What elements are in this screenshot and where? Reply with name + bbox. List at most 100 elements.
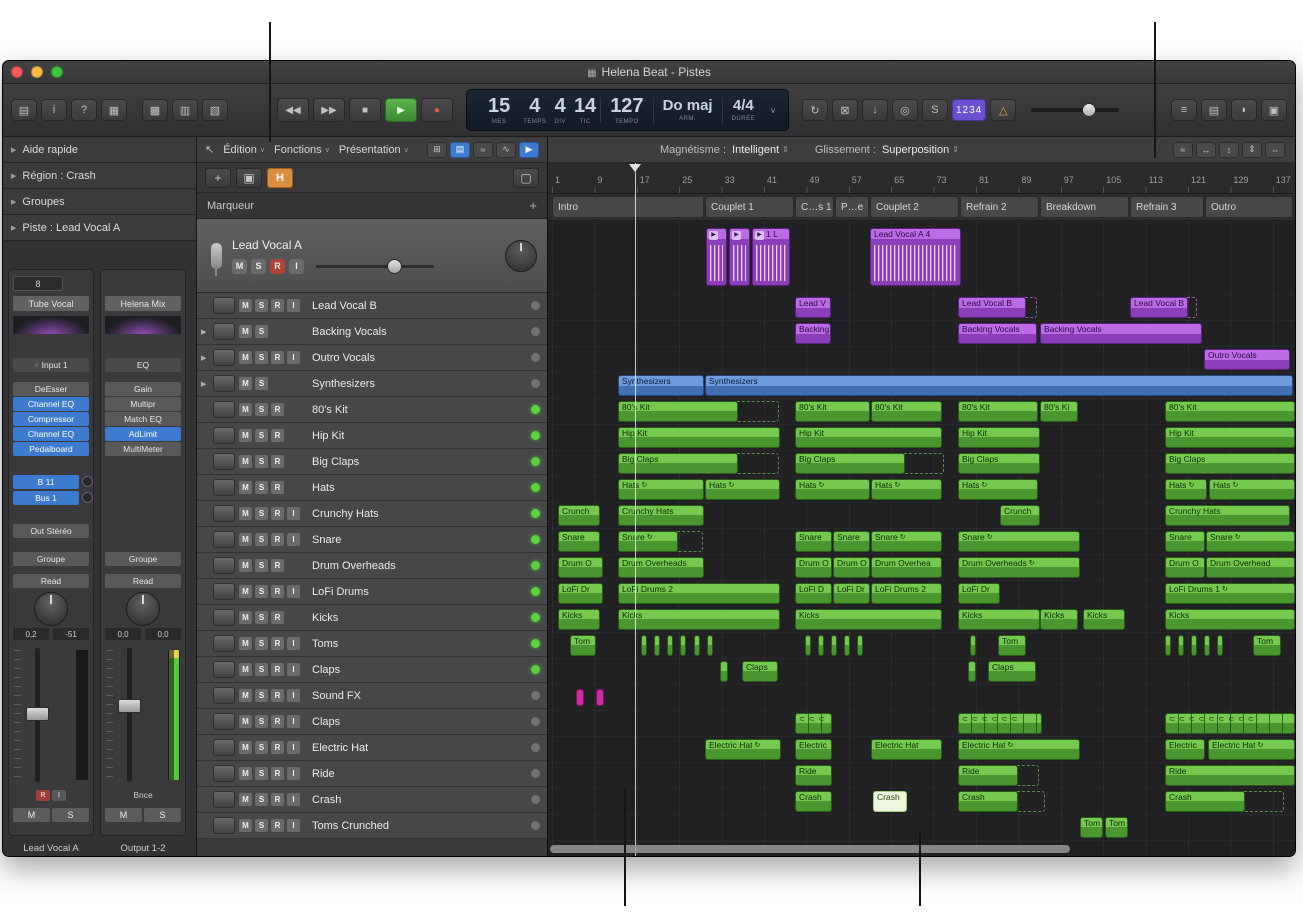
region[interactable]: Tom — [1105, 817, 1128, 838]
list-editors-icon[interactable]: ≡ — [1171, 99, 1197, 121]
solo-button[interactable]: S — [255, 819, 268, 832]
track-header-row[interactable]: MSRIToms — [197, 631, 547, 657]
record-enable-button[interactable]: R — [271, 455, 284, 468]
flex-icon[interactable]: ∿ — [496, 142, 516, 158]
note-pads-icon[interactable]: ▤ — [1201, 99, 1227, 121]
mute-button[interactable]: M — [239, 663, 252, 676]
region[interactable]: Synthesizers — [618, 375, 704, 396]
menu-edition[interactable]: Édition∨ — [223, 144, 265, 156]
eq-thumbnail[interactable] — [13, 316, 89, 334]
region[interactable]: Snare — [795, 531, 832, 552]
library-icon[interactable]: ▤ — [11, 99, 37, 121]
autopunch-icon[interactable]: ⊠ — [832, 99, 858, 121]
record-enable-button[interactable]: R — [36, 790, 50, 801]
region[interactable]: Claps — [988, 661, 1036, 682]
region[interactable]: Electric Hat↻ — [705, 739, 781, 760]
mute-button[interactable]: M — [239, 325, 252, 338]
channel-strip-setting[interactable]: Helena Mix — [105, 296, 181, 311]
plugin-slot[interactable]: Match EQ — [105, 412, 181, 426]
region[interactable] — [970, 635, 976, 656]
record-ready-dot[interactable] — [531, 743, 540, 752]
region[interactable]: Backing Vocals — [1040, 323, 1202, 344]
eq-slot[interactable]: EQ — [105, 358, 181, 372]
arrangement-marker[interactable]: Couplet 1 — [705, 196, 794, 218]
record-ready-dot[interactable] — [531, 821, 540, 830]
input-slot[interactable]: ○Input 1 — [13, 358, 89, 372]
region[interactable] — [707, 635, 713, 656]
send-knob[interactable] — [82, 476, 93, 487]
add-marker-button[interactable]: + — [529, 198, 537, 213]
input-monitor-button[interactable]: I — [287, 689, 300, 702]
lcd-time-signature[interactable]: 4/4DURÉE — [723, 98, 765, 122]
mute-button[interactable]: M — [232, 259, 247, 274]
record-enable-button[interactable]: R — [271, 611, 284, 624]
region[interactable]: Hip Kit — [1165, 427, 1295, 448]
region[interactable]: Kicks — [795, 609, 942, 630]
solo-button[interactable]: S — [255, 455, 268, 468]
input-monitor-button[interactable]: I — [287, 741, 300, 754]
region[interactable]: Crunch — [1000, 505, 1040, 526]
fader-thumb[interactable] — [118, 699, 141, 713]
region[interactable] — [831, 635, 837, 656]
track-header-row[interactable]: MSRILead Vocal B — [197, 293, 547, 319]
volume-thumb[interactable] — [1082, 103, 1096, 117]
send-slot[interactable]: Bus 1 — [13, 491, 79, 505]
track-lane[interactable]: SynthesizersSynthesizers — [548, 373, 1295, 399]
track-lane[interactable]: LoFi DrLoFi Drums 2LoFi DLoFi DrLoFi Dru… — [548, 581, 1295, 607]
pan-value[interactable]: 0,2 — [13, 628, 49, 640]
chat-icon[interactable]: ◗ — [1231, 99, 1257, 121]
arrangement-track[interactable]: IntroCouplet 1C…s 1P…eCouplet 2Refrain 2… — [548, 194, 1295, 221]
record-enable-button[interactable]: R — [271, 767, 284, 780]
solo-button[interactable]: S — [144, 808, 181, 822]
region[interactable]: LoFi Dr — [558, 583, 603, 604]
region[interactable]: Tom — [1253, 635, 1281, 656]
region[interactable]: ⊂⊂⊂⊂⊂⊂ — [958, 713, 1042, 734]
record-enable-button[interactable]: R — [271, 715, 284, 728]
plugin-slot[interactable]: Multipr — [105, 397, 181, 411]
track-lane[interactable]: KicksKicksKicksKicksKicksKicksKicks — [548, 607, 1295, 633]
mute-button[interactable]: M — [239, 741, 252, 754]
region[interactable] — [667, 635, 673, 656]
zoom-horizontal-slider-icon[interactable]: ⇔ — [1265, 142, 1285, 158]
region[interactable]: Crash — [873, 791, 907, 812]
mute-button[interactable]: M — [239, 481, 252, 494]
region[interactable]: Crunchy Hats — [1165, 505, 1290, 526]
lcd-display[interactable]: 15MES 4TEMPS 4DIV 14TIC 127TEMPO Do majA… — [466, 89, 789, 131]
record-ready-dot[interactable] — [531, 717, 540, 726]
group-slot[interactable]: Groupe — [13, 552, 89, 566]
region[interactable]: Hats↻ — [795, 479, 870, 500]
arrangement-marker[interactable]: C…s 1 — [795, 196, 834, 218]
region[interactable]: Big Claps — [958, 453, 1040, 474]
record-ready-dot[interactable] — [531, 665, 540, 674]
region[interactable]: Big Claps — [618, 453, 738, 474]
play-badge-icon[interactable]: ▶ — [732, 231, 741, 240]
track-header-row[interactable]: ▶MSRIOutro Vocals — [197, 345, 547, 371]
region[interactable]: Tom — [998, 635, 1026, 656]
master-volume-slider[interactable] — [1031, 108, 1119, 112]
region[interactable]: Kicks — [958, 609, 1040, 630]
input-monitor-button[interactable]: I — [287, 793, 300, 806]
region[interactable] — [694, 635, 700, 656]
region[interactable] — [968, 661, 976, 682]
region[interactable]: Hip Kit — [618, 427, 780, 448]
menu-presentation[interactable]: Présentation∨ — [339, 144, 409, 156]
mute-button[interactable]: M — [239, 299, 252, 312]
arrangement-marker[interactable]: P…e — [835, 196, 869, 218]
pan-knob[interactable] — [126, 592, 160, 626]
solo-button[interactable]: S — [255, 663, 268, 676]
track-lane[interactable]: SnareSnare↻SnareSnareSnare↻Snare↻SnareSn… — [548, 529, 1295, 555]
horizontal-scrollbar[interactable] — [550, 845, 1070, 853]
record-enable-button[interactable]: R — [271, 429, 284, 442]
region[interactable]: Ride — [795, 765, 832, 786]
plugin-slot[interactable]: DeEsser — [13, 382, 89, 396]
pan-knob[interactable] — [505, 240, 537, 272]
solo-button[interactable]: S — [255, 559, 268, 572]
send-slot[interactable]: B 11 — [13, 475, 79, 489]
mute-button[interactable]: M — [239, 637, 252, 650]
track-header-row[interactable]: MSRIRide — [197, 761, 547, 787]
region[interactable]: LoFi Dr — [958, 583, 1000, 604]
mute-button[interactable]: M — [239, 819, 252, 832]
vertical-auto-zoom-icon[interactable]: ↕ — [1219, 142, 1239, 158]
region[interactable] — [805, 635, 811, 656]
solo-button[interactable]: S — [255, 325, 268, 338]
